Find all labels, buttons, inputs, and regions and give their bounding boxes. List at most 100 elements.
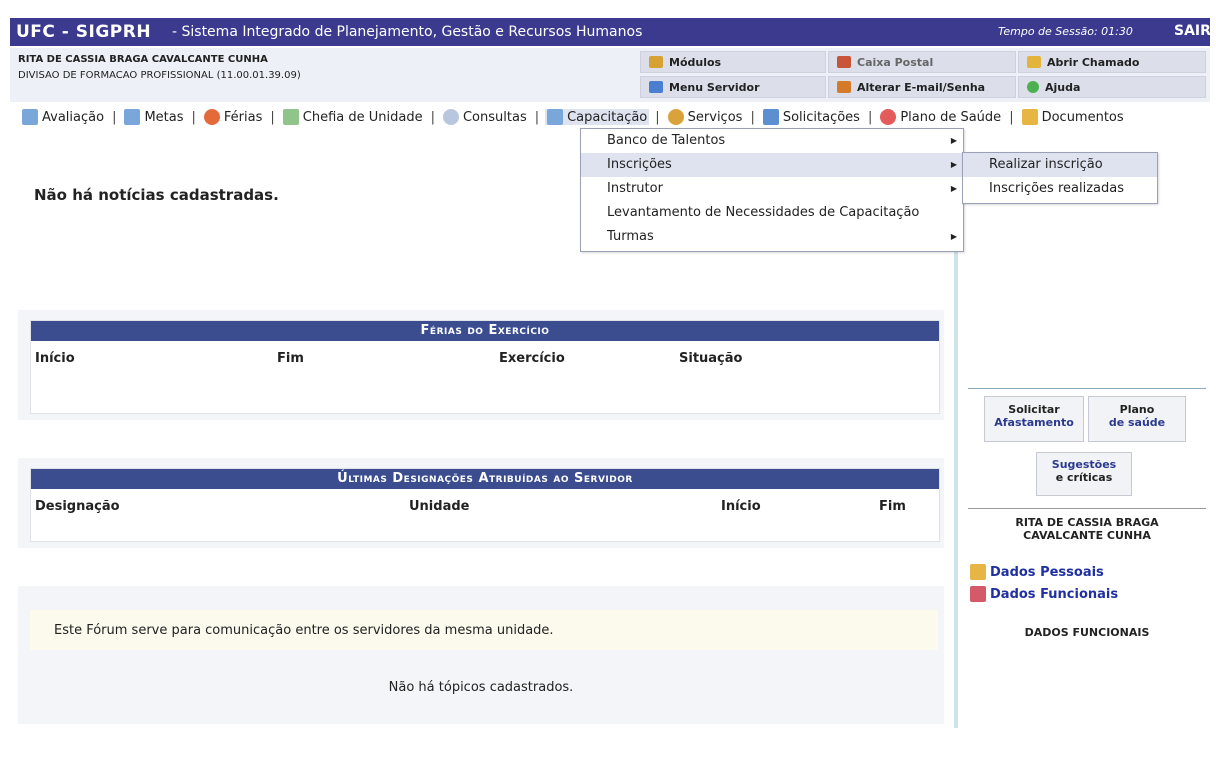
menu-servicos-label: Serviços [687,109,743,125]
main-menu-bar: Avaliação | Metas | Férias | Chefia de U… [20,106,1210,128]
submenu-arrow-icon: ▶ [950,232,957,241]
plano-label-1: Plano [1119,403,1155,416]
menu-chefia-label: Chefia de Unidade [302,109,423,125]
modulos-label: Módulos [669,55,722,69]
abrir-chamado-label: Abrir Chamado [1047,55,1140,69]
logout-link[interactable]: SAIR [1174,23,1211,39]
sugestoes-button[interactable]: Sugestões e críticas [1036,452,1132,496]
menu-capacitacao-label: Capacitação [567,109,648,125]
person-icon [667,109,684,125]
top-header-bar: UFC - SIGPRH - Sistema Integrado de Plan… [10,18,1211,46]
modulos-button[interactable]: Módulos [640,51,826,73]
menu-solicitacoes[interactable]: Solicitações [761,109,862,125]
submenu-arrow-icon: ▶ [950,184,957,193]
menu-consultas[interactable]: Consultas [441,109,529,125]
menu-documentos[interactable]: Documentos [1020,109,1126,125]
menu-separator: | [430,109,435,125]
user-name: RITA DE CASSIA BRAGA CAVALCANTE CUNHA [18,54,268,65]
training-icon [547,109,564,125]
menu-separator: | [534,109,540,125]
menu-chefia[interactable]: Chefia de Unidade [281,109,425,125]
sidebar-top-rule [968,388,1206,389]
menu-plano-saude[interactable]: Plano de Saúde [878,109,1003,125]
forum-empty-message: Não há tópicos cadastrados. [388,680,574,695]
solicitar-afastamento-button[interactable]: Solicitar Afastamento [984,396,1084,442]
col-inicio: Início [35,351,75,366]
alterar-email-label: Alterar E-mail/Senha [857,80,986,94]
health-plus-icon [880,109,897,125]
folder-icon [970,564,986,580]
solicitar-label-1: Solicitar [1008,403,1060,416]
plano-label-2: de saúde [1108,416,1166,429]
menu-plano-saude-label: Plano de Saúde [900,109,1002,125]
abrir-chamado-button[interactable]: Abrir Chamado [1018,51,1206,73]
help-icon [1027,81,1039,93]
sidebar-user-name: RITA DE CASSIA BRAGA CAVALCANTE CUNHA [968,516,1206,542]
col-designacao: Designação [35,499,120,514]
submenu-item-inscricoes-realizadas[interactable]: Inscrições realizadas [963,177,1157,201]
folder-icon [1021,109,1038,125]
dropdown-item-instrutor[interactable]: Instrutor ▶ [581,177,963,201]
menu-servicos[interactable]: Serviços [666,109,745,125]
forum-description: Este Fórum serve para comunicação entre … [54,623,554,638]
menu-servidor-button[interactable]: Menu Servidor [640,76,826,98]
org-chart-icon [282,109,299,125]
menu-separator: | [750,109,755,125]
sidebar-mid-rule [968,508,1206,509]
menu-ferias-label: Férias [223,109,263,125]
submenu-arrow-icon: ▶ [950,160,957,169]
ajuda-button[interactable]: Ajuda [1018,76,1206,98]
sugestoes-label-2: e críticas [1055,471,1113,484]
menu-separator: | [191,109,196,125]
ferias-section-title: Férias do Exercício [31,321,939,341]
menu-avaliacao[interactable]: Avaliação [20,109,106,125]
dropdown-item-label: Banco de Talentos [607,133,726,148]
dropdown-item-turmas[interactable]: Turmas ▶ [581,225,963,249]
search-icon [442,109,459,125]
dropdown-item-inscricoes[interactable]: Inscrições ▶ [581,153,963,177]
col-fim-designacao: Fim [879,499,906,514]
forum-description-box: Este Fórum serve para comunicação entre … [30,610,938,650]
designacoes-table: Últimas Designações Atribuídas ao Servid… [30,468,940,542]
menu-avaliacao-label: Avaliação [42,109,105,125]
dados-funcionais-link[interactable]: Dados Funcionais [970,586,1118,602]
menu-solicitacoes-label: Solicitações [782,109,860,125]
designacoes-section-title: Últimas Designações Atribuídas ao Servid… [31,469,939,489]
app-subtitle: - Sistema Integrado de Planejamento, Ges… [172,24,643,40]
forum-panel [18,586,944,724]
submenu-item-label: Inscrições realizadas [989,181,1124,196]
dropdown-item-label: Levantamento de Necessidades de Capacita… [607,205,920,220]
solicitar-label-2: Afastamento [994,416,1074,429]
lifebuoy-icon [203,109,220,125]
caixa-postal-label: Caixa Postal [857,55,934,69]
user-edit-icon [837,81,851,93]
hammer-icon [1027,56,1041,68]
app-title: UFC - SIGPRH [16,22,152,42]
menu-servidor-icon [649,81,663,93]
document-icon [970,586,986,602]
dropdown-item-banco-talentos[interactable]: Banco de Talentos ▶ [581,129,963,153]
sidebar-user-name-1: RITA DE CASSIA BRAGA [1015,516,1159,529]
evaluation-icon [22,109,38,125]
alterar-email-button[interactable]: Alterar E-mail/Senha [828,76,1016,98]
ferias-table: Férias do Exercício Início Fim Exercício… [30,320,940,414]
menu-separator: | [655,109,660,125]
dados-funcionais-label: Dados Funcionais [990,586,1119,602]
mailbox-icon [837,56,851,68]
dropdown-item-levantamento[interactable]: Levantamento de Necessidades de Capacita… [581,201,963,225]
menu-ferias[interactable]: Férias [202,109,264,125]
dropdown-item-label: Turmas [607,229,654,244]
menu-metas[interactable]: Metas [122,109,185,125]
menu-servidor-label: Menu Servidor [669,80,760,94]
menu-separator: | [270,109,275,125]
dropdown-item-label: Inscrições [607,157,672,172]
caixa-postal-button[interactable]: Caixa Postal [828,51,1016,73]
submenu-item-realizar-inscricao[interactable]: Realizar inscrição [963,153,1157,177]
menu-separator: | [867,109,873,125]
col-unidade: Unidade [409,499,470,514]
col-exercicio: Exercício [499,351,565,366]
menu-capacitacao[interactable]: Capacitação [545,109,650,125]
dados-pessoais-link[interactable]: Dados Pessoais [970,564,1104,580]
plano-saude-button[interactable]: Plano de saúde [1088,396,1186,442]
menu-documentos-label: Documentos [1041,109,1124,125]
